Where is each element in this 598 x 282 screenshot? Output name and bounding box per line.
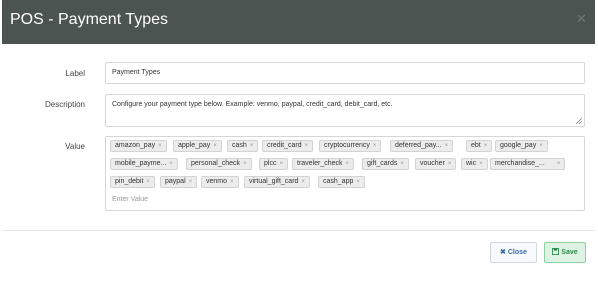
- label-input-value: Payment Types: [112, 69, 161, 76]
- tag-mobile-payment[interactable]: mobile_payme... ×: [110, 158, 178, 170]
- tag-paypal[interactable]: paypal ×: [160, 176, 198, 188]
- tag-google-pay[interactable]: google_pay ×: [495, 140, 548, 152]
- tag-remove-icon[interactable]: ×: [479, 161, 483, 167]
- tag-voucher[interactable]: voucher ×: [415, 158, 457, 170]
- label-caption: Label: [65, 69, 85, 78]
- tag-remove-icon[interactable]: ×: [279, 161, 283, 167]
- tag-remove-icon[interactable]: ×: [373, 143, 377, 149]
- tag-remove-icon[interactable]: ×: [213, 143, 217, 149]
- label-input[interactable]: Payment Types: [105, 62, 585, 84]
- tag-personal-check[interactable]: personal_check ×: [186, 158, 252, 170]
- tag-remove-icon[interactable]: ×: [305, 143, 309, 149]
- close-icon[interactable]: ✕: [576, 11, 587, 27]
- tag-remove-icon[interactable]: ×: [484, 143, 488, 149]
- tag-remove-icon[interactable]: ×: [230, 179, 234, 185]
- description-textarea[interactable]: Configure your payment type below. Examp…: [105, 94, 585, 127]
- tag-amazon-pay[interactable]: amazon_pay ×: [110, 140, 167, 152]
- tag-gift-cards[interactable]: gift_cards ×: [362, 158, 409, 170]
- tag-remove-icon[interactable]: ×: [243, 161, 247, 167]
- tag-venmo[interactable]: venmo ×: [201, 176, 239, 188]
- tag-remove-icon[interactable]: ×: [250, 143, 254, 149]
- tag-traveler-check[interactable]: traveler_check ×: [292, 158, 355, 170]
- floppy-disk-icon: [552, 248, 560, 255]
- tag-pin-debit[interactable]: pin_debit ×: [110, 176, 155, 188]
- tag-remove-icon[interactable]: ×: [301, 179, 305, 185]
- tag-remove-icon[interactable]: ×: [146, 179, 150, 185]
- footer-divider: [2, 230, 595, 231]
- tag-remove-icon[interactable]: ×: [400, 161, 404, 167]
- close-button[interactable]: ✖ Close: [490, 242, 537, 263]
- resize-handle-icon[interactable]: [576, 118, 582, 124]
- value-caption: Value: [65, 142, 85, 151]
- description-caption: Description: [44, 100, 85, 109]
- tag-plcc[interactable]: plcc ×: [259, 158, 288, 170]
- tag-remove-icon[interactable]: ×: [346, 161, 350, 167]
- modal-title: POS - Payment Types: [10, 11, 168, 28]
- tag-remove-icon[interactable]: ×: [169, 161, 173, 167]
- tag-ebt[interactable]: ebt ×: [466, 140, 493, 152]
- tag-deferred-pay[interactable]: deferred_pay... ×: [390, 140, 454, 152]
- tag-apple-pay[interactable]: apple_pay ×: [173, 140, 222, 152]
- value-input-placeholder[interactable]: Enter Value: [112, 196, 148, 203]
- tag-remove-icon[interactable]: ×: [539, 143, 543, 149]
- tag-cryptocurrency[interactable]: cryptocurrency ×: [319, 140, 382, 152]
- tag-remove-icon[interactable]: ×: [158, 143, 162, 149]
- tag-credit-card[interactable]: credit_card ×: [262, 140, 314, 152]
- tag-wic[interactable]: wic ×: [461, 158, 488, 170]
- tag-remove-icon[interactable]: ×: [448, 161, 452, 167]
- tag-remove-icon[interactable]: ×: [557, 161, 561, 167]
- save-button[interactable]: Save: [544, 242, 586, 263]
- modal-header: POS - Payment Types ✕: [2, 0, 595, 44]
- tag-remove-icon[interactable]: ×: [445, 143, 449, 149]
- tag-remove-icon[interactable]: ×: [189, 179, 193, 185]
- tag-cash-app[interactable]: cash_app ×: [318, 176, 365, 188]
- tag-remove-icon[interactable]: ×: [356, 179, 360, 185]
- x-icon: ✖: [500, 249, 506, 256]
- description-text: Configure your payment type below. Examp…: [112, 101, 393, 108]
- tag-virtual-gift-card[interactable]: virtual_gift_card ×: [244, 176, 310, 188]
- tag-merchandise[interactable]: merchandise_... ×: [490, 158, 566, 170]
- tag-cash[interactable]: cash ×: [227, 140, 259, 152]
